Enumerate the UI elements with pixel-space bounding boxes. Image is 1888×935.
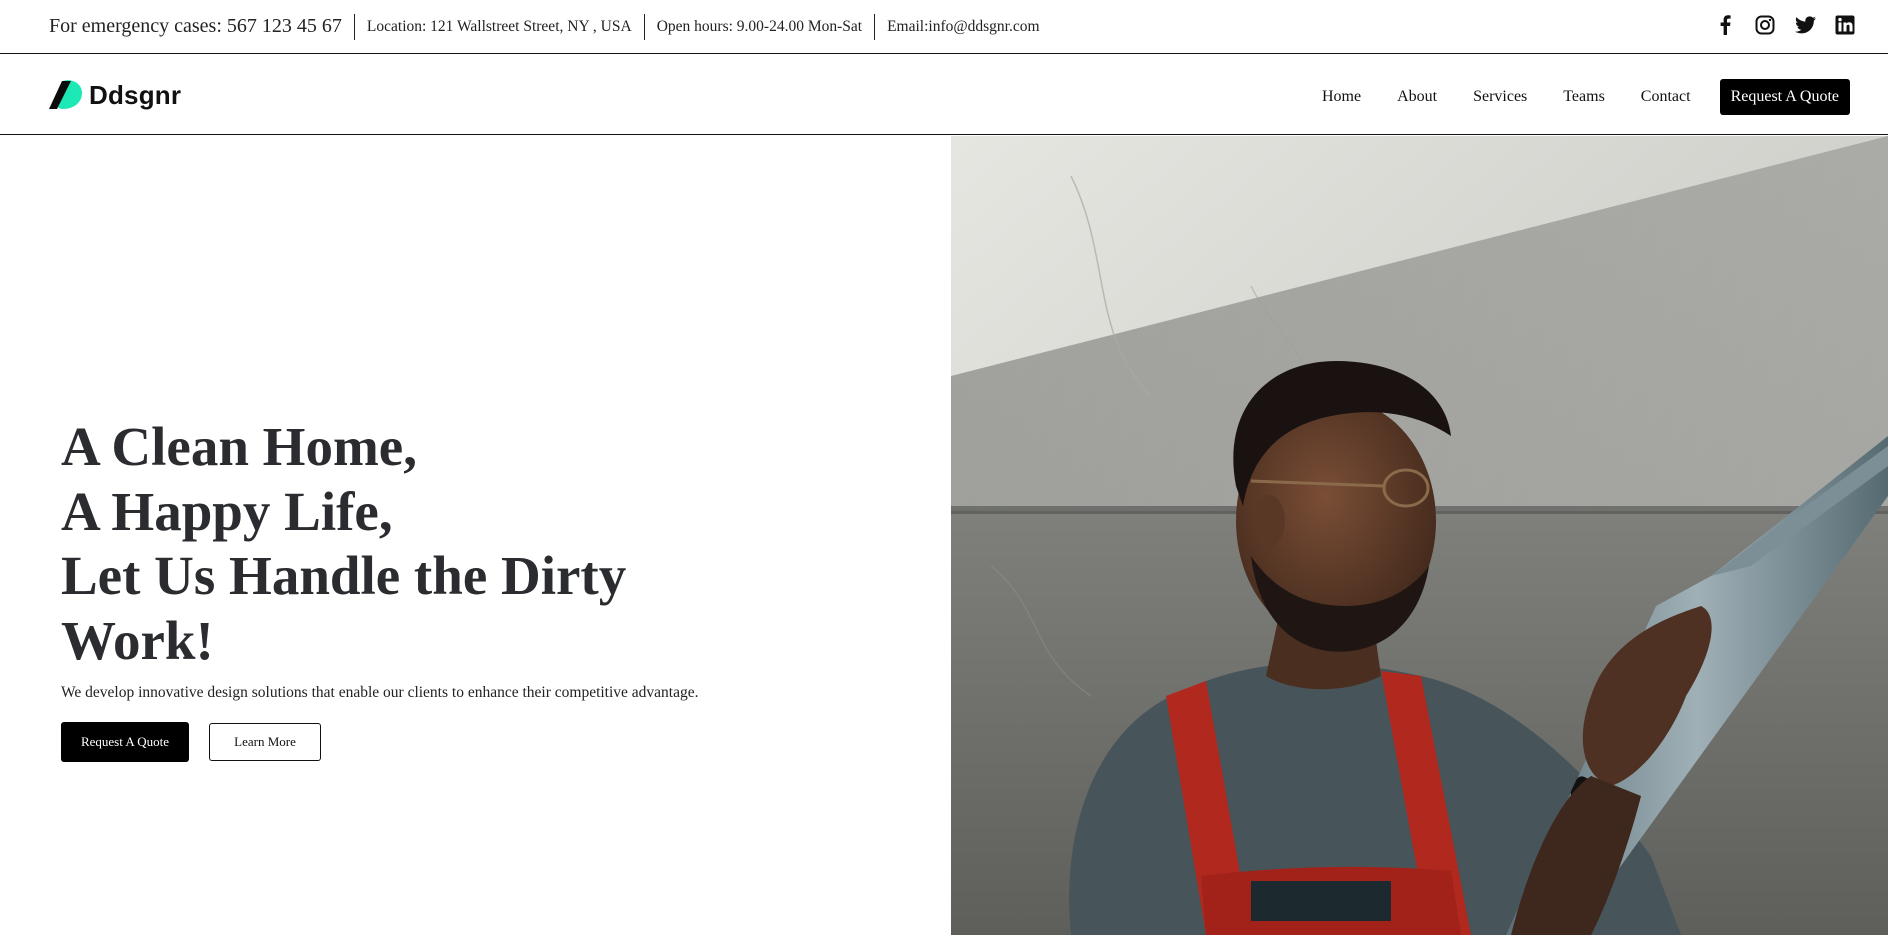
nav-home[interactable]: Home [1322, 88, 1361, 106]
twitter-icon[interactable] [1794, 14, 1816, 36]
request-quote-button[interactable]: Request A Quote [61, 722, 189, 762]
request-quote-nav-button[interactable]: Request A Quote [1719, 79, 1850, 115]
facebook-icon[interactable] [1714, 14, 1736, 36]
email-text: Email:info@ddsgnr.com [887, 17, 1040, 35]
hero-image [951, 136, 1888, 935]
divider [874, 13, 876, 40]
nav-teams[interactable]: Teams [1563, 88, 1605, 106]
hero-subtext: We develop innovative design solutions t… [61, 684, 699, 701]
emergency-phone: For emergency cases: 567 123 45 67 [49, 15, 342, 37]
main-navbar: Ddsgnr Home About Services Teams Contact… [0, 55, 1888, 135]
headline-line: A Happy Life, [61, 480, 393, 542]
headline-line: A Clean Home, [61, 416, 417, 477]
divider [353, 13, 355, 40]
instagram-icon[interactable] [1754, 14, 1776, 36]
linkedin-icon[interactable] [1834, 14, 1856, 36]
nav-about[interactable]: About [1397, 88, 1437, 106]
learn-more-button[interactable]: Learn More [209, 723, 321, 761]
headline-line: Let Us Handle the Dirty [61, 545, 627, 606]
location-text: Location: 121 Wallstreet Street, NY , US… [366, 17, 632, 35]
top-info-bar: For emergency cases: 567 123 45 67 Locat… [0, 0, 1888, 54]
brand-logo[interactable]: Ddsgnr [49, 79, 181, 111]
nav-menu: Home About Services Teams Contact Reques… [1322, 79, 1850, 115]
contact-info: For emergency cases: 567 123 45 67 Locat… [49, 13, 1040, 40]
open-hours-text: Open hours: 9.00-24.00 Mon-Sat [656, 17, 863, 35]
divider [643, 13, 645, 40]
social-links [1714, 14, 1856, 36]
nav-contact[interactable]: Contact [1641, 88, 1691, 106]
logo-icon [49, 80, 82, 109]
nav-services[interactable]: Services [1473, 88, 1527, 106]
hero-headline: A Clean Home, A Happy Life, Let Us Handl… [61, 415, 761, 673]
headline-line: Work! [61, 609, 214, 671]
brand-name: Ddsgnr [89, 79, 182, 110]
